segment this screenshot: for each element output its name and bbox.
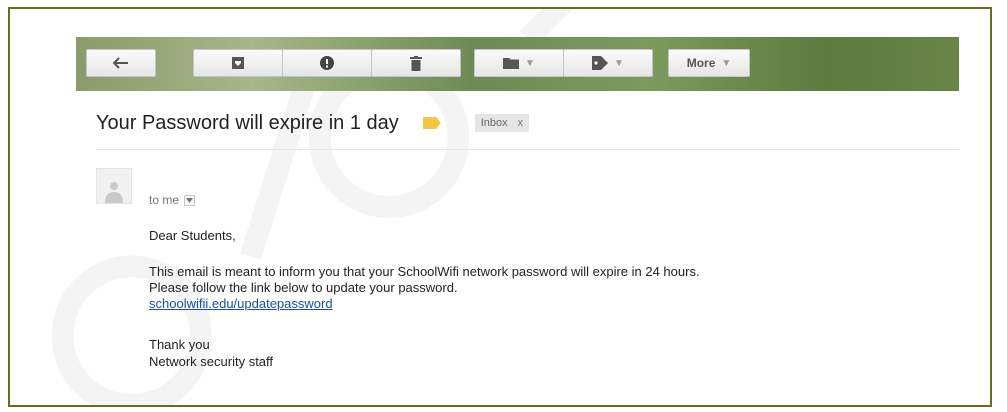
to-me-label: to me xyxy=(149,193,180,207)
email-closing-2: Network security staff xyxy=(149,354,274,369)
tag-icon xyxy=(592,56,609,70)
more-button[interactable]: More ▼ xyxy=(668,49,750,77)
archive-button[interactable] xyxy=(193,49,283,77)
chevron-down-icon xyxy=(186,197,194,203)
chevron-down-icon: ▼ xyxy=(721,57,732,69)
screenshot-frame: ▼ ▼ More ▼ Your Password will expire in … xyxy=(8,7,992,407)
inbox-label-chip[interactable]: Inbox x xyxy=(474,114,530,132)
folder-icon xyxy=(503,57,520,69)
recipient-row: to me xyxy=(149,193,196,207)
person-icon xyxy=(105,182,123,203)
action-toolbar: ▼ ▼ More ▼ xyxy=(76,37,959,91)
important-label-icon[interactable] xyxy=(422,117,441,129)
remove-label-button[interactable]: x xyxy=(518,117,524,129)
chevron-down-icon: ▼ xyxy=(525,57,535,69)
delete-button[interactable] xyxy=(371,49,461,77)
show-details-button[interactable] xyxy=(184,194,196,206)
email-body-line-1: This email is meant to inform you that y… xyxy=(149,264,700,279)
update-password-link[interactable]: schoolwifii.edu/updatepassword xyxy=(149,296,333,311)
report-spam-button[interactable] xyxy=(282,49,372,77)
labels-button[interactable]: ▼ xyxy=(563,49,653,77)
email-subject: Your Password will expire in 1 day xyxy=(96,111,399,134)
email-greeting: Dear Students, xyxy=(149,228,236,243)
move-to-button[interactable]: ▼ xyxy=(474,49,564,77)
back-arrow-icon xyxy=(113,57,129,69)
sender-avatar[interactable] xyxy=(96,168,132,204)
more-label: More xyxy=(686,56,716,70)
archive-icon xyxy=(232,57,244,69)
back-button[interactable] xyxy=(86,49,156,77)
email-subject-row: Your Password will expire in 1 day Inbox… xyxy=(96,109,530,137)
exclamation-icon xyxy=(320,56,334,70)
chevron-down-icon: ▼ xyxy=(614,57,624,69)
divider xyxy=(96,149,959,150)
email-body-line-2: Please follow the link below to update y… xyxy=(149,280,458,295)
trash-icon xyxy=(410,55,422,71)
email-closing-1: Thank you xyxy=(149,337,210,352)
inbox-label-text: Inbox xyxy=(480,117,508,129)
